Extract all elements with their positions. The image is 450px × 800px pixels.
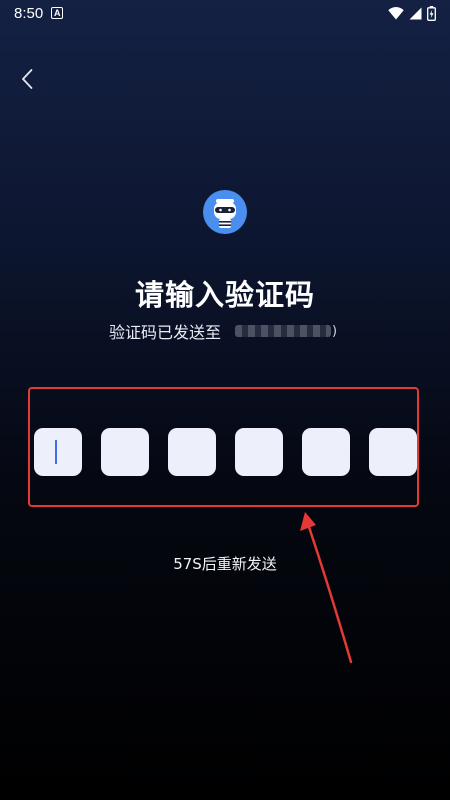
status-time: 8:50 <box>14 4 44 22</box>
masked-phone-number <box>235 325 332 337</box>
resend-countdown: 57S后重新发送 <box>173 555 277 573</box>
phone-suffix: ) <box>332 323 338 339</box>
code-digit-box[interactable] <box>235 428 283 476</box>
code-digit-box[interactable] <box>101 428 149 476</box>
wifi-icon <box>388 6 404 19</box>
status-bar: 8:50 A <box>0 0 450 26</box>
battery-charging-icon <box>427 5 436 21</box>
back-button[interactable] <box>10 62 44 96</box>
code-digit-box[interactable] <box>369 428 417 476</box>
cell-signal-icon <box>409 7 422 19</box>
status-right <box>388 5 436 21</box>
text-caret <box>55 440 57 464</box>
chevron-left-icon <box>22 69 33 89</box>
code-digit-box[interactable] <box>302 428 350 476</box>
page-title: 请输入验证码 <box>134 278 315 312</box>
code-digit-box[interactable] <box>34 428 82 476</box>
verification-code-input[interactable] <box>34 428 417 476</box>
code-sent-info: 验证码已发送至 ) <box>109 319 337 343</box>
code-sent-label: 验证码已发送至 <box>109 323 222 342</box>
code-digit-box[interactable] <box>168 428 216 476</box>
notification-a-icon: A <box>51 7 64 19</box>
masked-robot-avatar-icon <box>203 190 247 234</box>
status-left: 8:50 A <box>14 4 64 22</box>
